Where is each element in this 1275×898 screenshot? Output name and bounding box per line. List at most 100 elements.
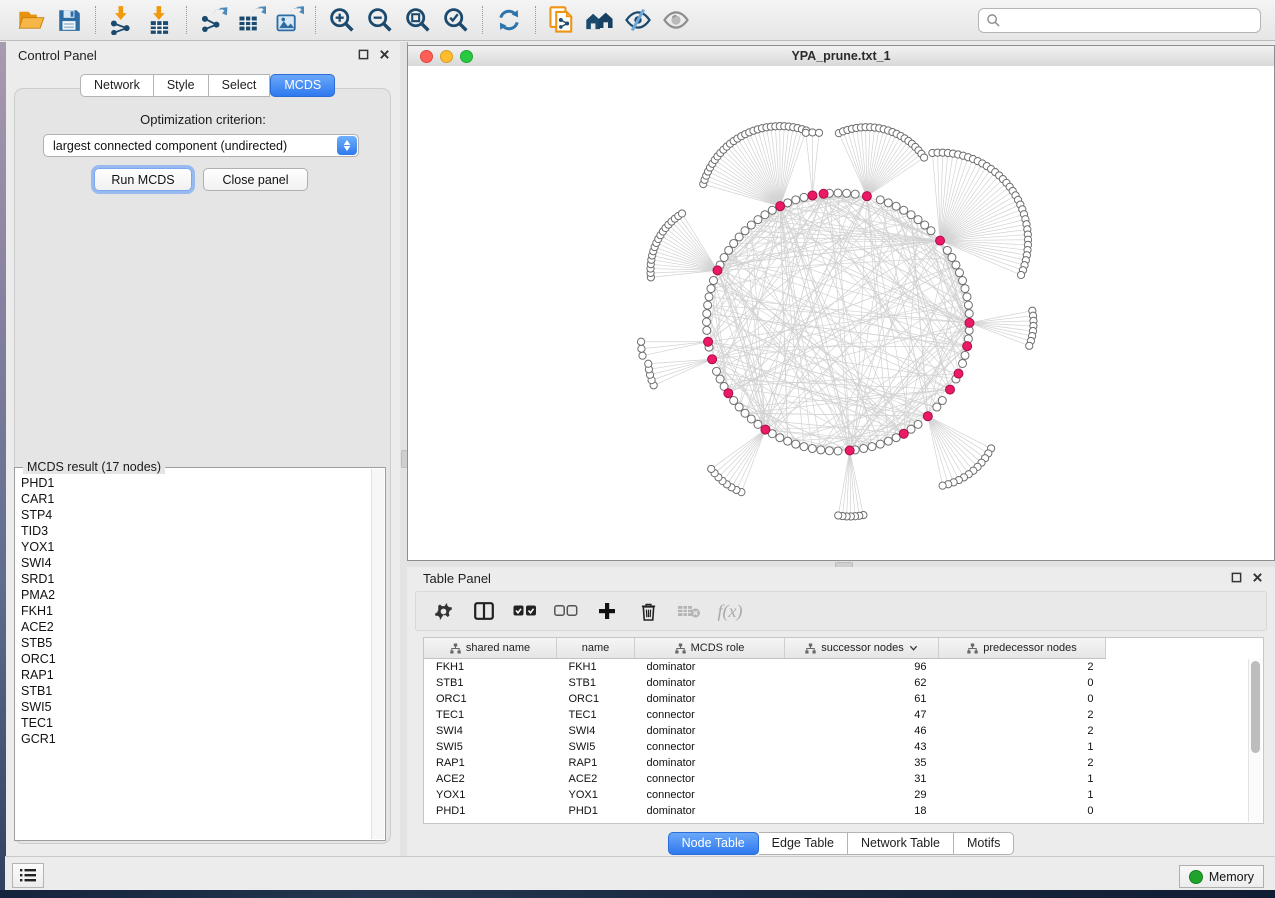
edge[interactable] bbox=[727, 430, 766, 485]
edge[interactable] bbox=[969, 323, 1029, 346]
export-image-button[interactable] bbox=[270, 3, 308, 37]
edge[interactable] bbox=[705, 180, 781, 206]
leaf-node[interactable] bbox=[638, 345, 645, 352]
edge[interactable] bbox=[928, 416, 954, 482]
leaf-node[interactable] bbox=[921, 154, 928, 161]
tab-mcds[interactable]: MCDS bbox=[270, 74, 335, 97]
ring-node[interactable] bbox=[961, 351, 969, 359]
ring-node[interactable] bbox=[952, 261, 960, 269]
mcds-hub-node[interactable] bbox=[808, 191, 817, 200]
column-header-name[interactable]: name bbox=[557, 638, 635, 659]
ring-node[interactable] bbox=[876, 196, 884, 204]
edge[interactable] bbox=[734, 243, 766, 429]
export-table-button[interactable] bbox=[232, 3, 270, 37]
refresh-button[interactable] bbox=[490, 3, 528, 37]
mcds-result-item[interactable]: FKH1 bbox=[21, 603, 371, 619]
edge[interactable] bbox=[641, 342, 708, 349]
edge[interactable] bbox=[656, 243, 717, 270]
edge[interactable] bbox=[741, 430, 765, 493]
edge[interactable] bbox=[842, 450, 849, 516]
ring-node[interactable] bbox=[709, 277, 717, 285]
leaf-node[interactable] bbox=[637, 338, 644, 345]
ring-node[interactable] bbox=[955, 269, 963, 277]
table-row[interactable]: STB1STB1dominator620 bbox=[424, 675, 1106, 691]
mcds-result-item[interactable]: ORC1 bbox=[21, 651, 371, 667]
float-panel-icon[interactable] bbox=[1231, 572, 1242, 583]
mcds-hub-node[interactable] bbox=[845, 446, 854, 455]
mcds-result-item[interactable]: SWI5 bbox=[21, 699, 371, 715]
mcds-hub-node[interactable] bbox=[724, 389, 733, 398]
ring-node[interactable] bbox=[705, 293, 713, 301]
run-mcds-button[interactable]: Run MCDS bbox=[94, 168, 192, 191]
edge[interactable] bbox=[715, 430, 766, 474]
navigator-button[interactable] bbox=[581, 3, 619, 37]
ring-node[interactable] bbox=[725, 246, 733, 254]
ring-node[interactable] bbox=[914, 216, 922, 224]
mcds-hub-node[interactable] bbox=[923, 412, 932, 421]
edge[interactable] bbox=[796, 200, 850, 451]
ring-node[interactable] bbox=[817, 446, 825, 454]
mcds-result-item[interactable]: SRD1 bbox=[21, 571, 371, 587]
ring-node[interactable] bbox=[860, 445, 868, 453]
mcds-result-item[interactable]: PHD1 bbox=[21, 475, 371, 491]
edge[interactable] bbox=[780, 128, 797, 206]
tab-edge-table[interactable]: Edge Table bbox=[759, 832, 848, 855]
import-network-button[interactable] bbox=[103, 3, 141, 37]
leaf-node[interactable] bbox=[645, 360, 652, 367]
zoom-fit-button[interactable] bbox=[399, 3, 437, 37]
ring-node[interactable] bbox=[961, 285, 969, 293]
ring-node[interactable] bbox=[933, 403, 941, 411]
zoom-out-button[interactable] bbox=[361, 3, 399, 37]
mcds-hub-node[interactable] bbox=[862, 192, 871, 201]
ring-node[interactable] bbox=[959, 277, 967, 285]
unselect-all-columns-button[interactable] bbox=[553, 598, 579, 624]
network-window-titlebar[interactable]: YPA_prune.txt_1 bbox=[408, 46, 1274, 67]
leaf-node[interactable] bbox=[815, 129, 822, 136]
mcds-result-item[interactable]: PMA2 bbox=[21, 587, 371, 603]
close-panel-icon[interactable] bbox=[379, 49, 390, 60]
ring-node[interactable] bbox=[959, 359, 967, 367]
table-settings-button[interactable] bbox=[430, 598, 456, 624]
table-row[interactable]: PHD1PHD1dominator180 bbox=[424, 803, 1106, 819]
ring-node[interactable] bbox=[914, 420, 922, 428]
edge[interactable] bbox=[839, 133, 867, 196]
network-canvas[interactable] bbox=[408, 66, 1274, 560]
ring-node[interactable] bbox=[825, 447, 833, 455]
ring-node[interactable] bbox=[884, 437, 892, 445]
edge[interactable] bbox=[850, 450, 864, 515]
ring-node[interactable] bbox=[884, 199, 892, 207]
ring-node[interactable] bbox=[921, 221, 929, 229]
leaf-node[interactable] bbox=[678, 210, 685, 217]
column-header-predecessor-nodes[interactable]: predecessor nodes bbox=[939, 638, 1106, 659]
ring-node[interactable] bbox=[713, 367, 721, 375]
leaf-node[interactable] bbox=[835, 512, 842, 519]
show-graphics-button[interactable] bbox=[657, 3, 695, 37]
criterion-dropdown[interactable]: largest connected component (undirected) bbox=[43, 134, 359, 157]
ring-node[interactable] bbox=[703, 318, 711, 326]
mcds-result-item[interactable]: TEC1 bbox=[21, 715, 371, 731]
ring-node[interactable] bbox=[747, 415, 755, 423]
tab-select[interactable]: Select bbox=[209, 74, 271, 97]
ring-node[interactable] bbox=[741, 227, 749, 235]
delete-table-button-disabled[interactable] bbox=[676, 598, 702, 624]
ring-node[interactable] bbox=[754, 420, 762, 428]
edge[interactable] bbox=[727, 147, 780, 207]
table-row[interactable]: SWI5SWI5connector431 bbox=[424, 739, 1106, 755]
mcds-result-item[interactable]: GCR1 bbox=[21, 731, 371, 747]
column-header-mcds-role[interactable]: MCDS role bbox=[635, 638, 785, 659]
edge[interactable] bbox=[652, 255, 717, 270]
task-history-button[interactable] bbox=[12, 863, 44, 888]
mcds-hub-node[interactable] bbox=[899, 429, 908, 438]
mcds-result-item[interactable]: ACE2 bbox=[21, 619, 371, 635]
tab-network[interactable]: Network bbox=[80, 74, 154, 97]
ring-node[interactable] bbox=[730, 239, 738, 247]
ring-node[interactable] bbox=[964, 301, 972, 309]
ring-node[interactable] bbox=[868, 443, 876, 451]
show-column-panel-button[interactable] bbox=[471, 598, 497, 624]
clone-network-button[interactable] bbox=[543, 3, 581, 37]
table-row[interactable]: FKH1FKH1dominator962 bbox=[424, 659, 1106, 676]
tab-style[interactable]: Style bbox=[154, 74, 209, 97]
ring-node[interactable] bbox=[892, 202, 900, 210]
leaf-node[interactable] bbox=[1026, 342, 1033, 349]
edge[interactable] bbox=[722, 430, 765, 481]
